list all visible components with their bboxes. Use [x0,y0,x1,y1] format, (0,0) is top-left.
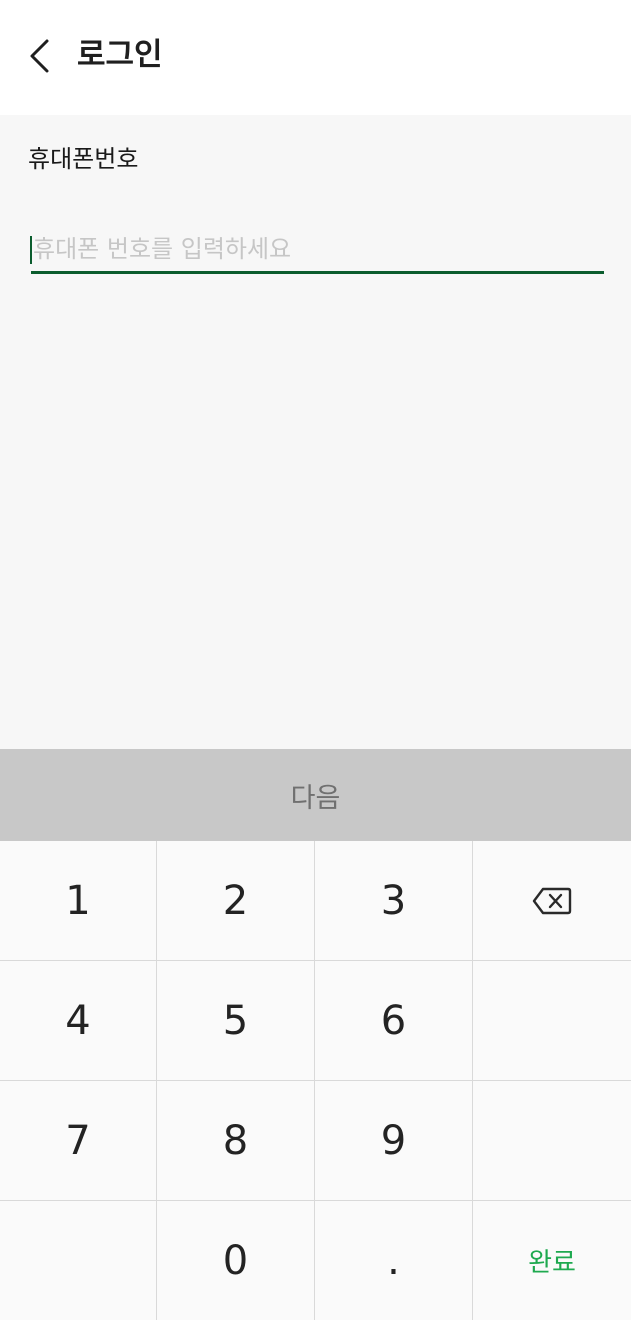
text-caret [30,236,32,264]
done-key[interactable]: 완료 [473,1201,631,1320]
backspace-key[interactable] [473,841,631,961]
key-3[interactable]: 3 [315,841,473,961]
key-6[interactable]: 6 [315,961,473,1081]
phone-label: 휴대폰번호 [28,145,139,173]
key-0[interactable]: 0 [157,1201,315,1320]
login-form: 휴대폰번호 [0,115,631,749]
key-1[interactable]: 1 [0,841,157,961]
key-7[interactable]: 7 [0,1081,157,1201]
page-title: 로그인 [77,37,163,73]
key-5[interactable]: 5 [157,961,315,1081]
backspace-icon [532,887,572,915]
key-dot[interactable]: . [315,1201,473,1320]
empty-key [473,1081,631,1201]
app-header: 로그인 [0,0,631,115]
phone-input[interactable] [31,227,604,274]
next-button[interactable]: 다음 [0,749,631,841]
key-8[interactable]: 8 [157,1081,315,1201]
back-button[interactable] [18,34,62,78]
key-4[interactable]: 4 [0,961,157,1081]
empty-key [473,961,631,1081]
key-9[interactable]: 9 [315,1081,473,1201]
numeric-keypad: 1 2 3 4 5 6 7 8 9 0 . 완료 [0,841,631,1320]
empty-key [0,1201,157,1320]
chevron-left-icon [28,38,52,74]
key-2[interactable]: 2 [157,841,315,961]
